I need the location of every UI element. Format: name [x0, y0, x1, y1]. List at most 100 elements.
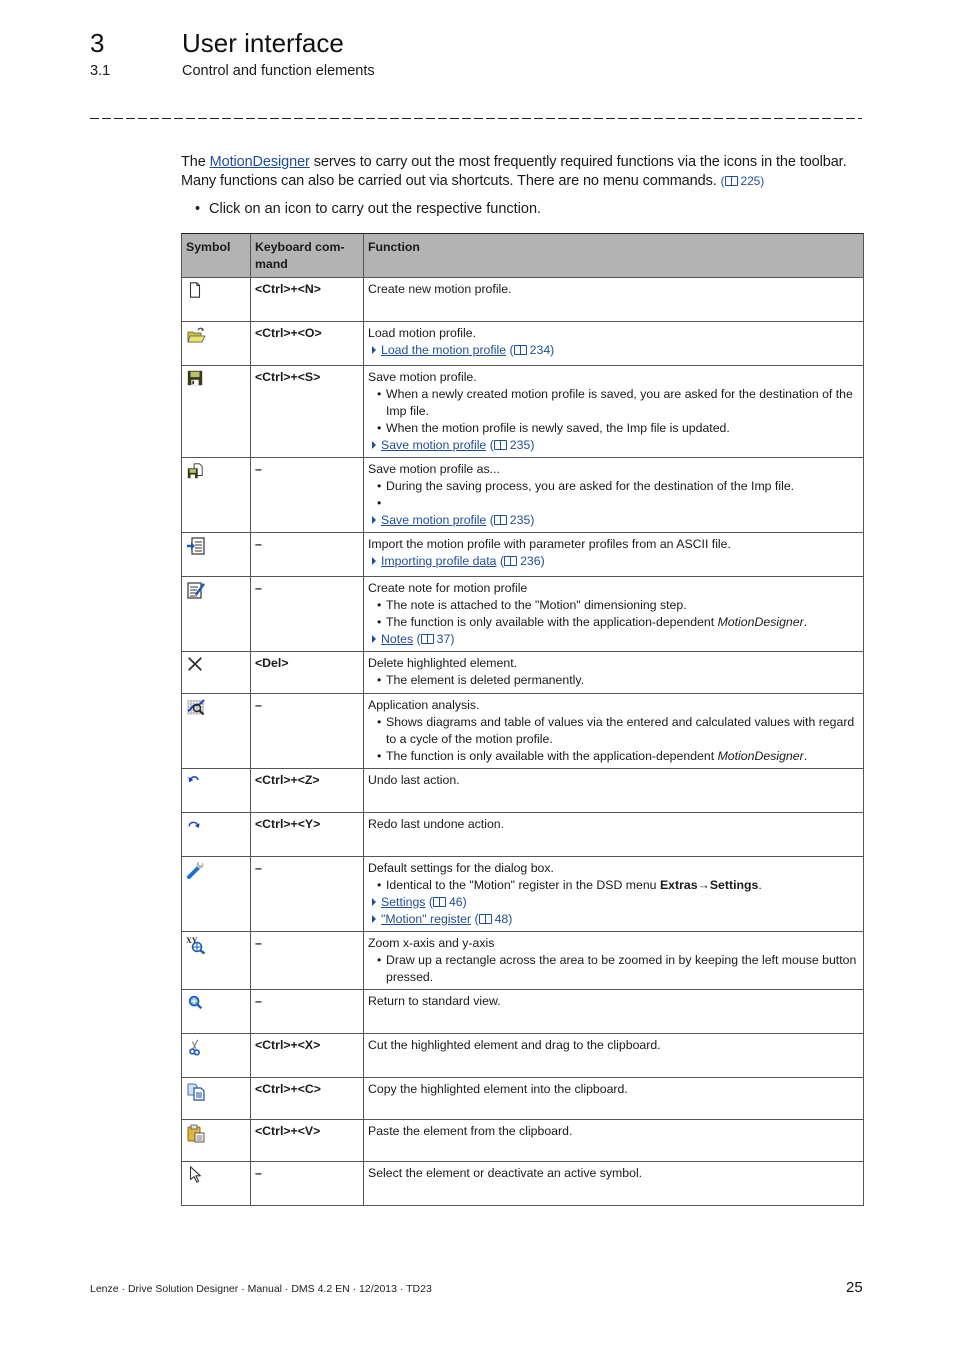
intro-bullet: • Click on an icon to carry out the respe… — [195, 201, 542, 217]
book-icon — [432, 897, 446, 907]
cross-reference-link[interactable]: Importing profile data — [381, 554, 497, 568]
function-bullets: Identical to the "Motion" register in th… — [368, 877, 859, 894]
keyboard-command: – — [250, 989, 364, 1034]
book-icon — [493, 440, 507, 450]
cross-reference-link[interactable]: Save motion profile — [381, 438, 486, 452]
table-row: <Del> Delete highlighted element. The elem… — [181, 651, 864, 694]
arrow-icon — [372, 915, 376, 923]
book-icon — [493, 515, 507, 525]
intro-page-ref[interactable]: (225) — [721, 174, 765, 188]
function-title: Load motion profile. — [368, 326, 477, 340]
function-cell: Select the element or deactivate an acti… — [363, 1161, 864, 1206]
zoom-reset-icon — [186, 993, 206, 1013]
function-title: Paste the element from the clipboard. — [368, 1124, 573, 1138]
function-cell: Delete highlighted element. The element i… — [363, 651, 864, 694]
function-title: Create note for motion profile — [368, 581, 528, 595]
table-row: <Ctrl>+<Z> Undo last action. — [181, 768, 864, 813]
function-title: Copy the highlighted element into the cl… — [368, 1082, 628, 1096]
header-function: Function — [363, 233, 864, 278]
arrow-icon — [372, 441, 376, 449]
table-row: <Ctrl>+<V> Paste the element from the cli… — [181, 1119, 864, 1162]
table-row: –Default settings for the dialog box. Ide… — [181, 856, 864, 932]
book-icon — [724, 176, 738, 186]
page-ref[interactable]: (37) — [417, 632, 455, 646]
page-ref[interactable]: (234) — [510, 343, 555, 357]
table-row: – Select the element or deactivate an act… — [181, 1161, 864, 1206]
note-icon — [186, 580, 206, 600]
cross-reference: Save motion profile (235) — [368, 512, 859, 529]
header-symbol: Symbol — [181, 233, 251, 278]
function-title: Import the motion profile with parameter… — [368, 537, 731, 551]
page-ref[interactable]: (46) — [429, 895, 467, 909]
symbol-cell — [181, 277, 251, 322]
cross-reference-link[interactable]: "Motion" register — [381, 912, 471, 926]
cut-icon — [186, 1037, 206, 1057]
function-cell: Copy the highlighted element into the cl… — [363, 1077, 864, 1120]
page-ref[interactable]: (48) — [474, 912, 512, 926]
function-cell: Save motion profile. When a newly created… — [363, 365, 864, 458]
arrow-icon — [372, 635, 376, 643]
select-pointer-icon — [186, 1165, 206, 1185]
redo-icon — [186, 816, 206, 836]
function-cell: Default settings for the dialog box. Iden… — [363, 856, 864, 932]
symbol-cell — [181, 321, 251, 366]
symbol-cell — [181, 457, 251, 533]
cross-reference: Settings (46) — [368, 894, 859, 911]
symbol-cell — [181, 768, 251, 813]
undo-icon — [186, 772, 206, 792]
function-cell: Create new motion profile. — [363, 277, 864, 322]
keyboard-command: – — [250, 931, 364, 990]
new-document-icon — [186, 281, 206, 301]
table-row: <Ctrl>+<O> Load motion profile. Load the m… — [181, 321, 864, 366]
book-icon — [420, 634, 434, 644]
table-header-row: Symbol Keyboard com-mand Function — [181, 233, 864, 278]
section-number: 3.1 — [90, 63, 111, 79]
symbol-cell — [181, 1033, 251, 1078]
symbol-cell — [181, 1077, 251, 1120]
book-icon — [513, 345, 527, 355]
book-icon — [504, 556, 518, 566]
delete-icon — [186, 655, 206, 675]
bullet-item: During the saving process, you are asked… — [377, 478, 859, 495]
intro-bullet-text: Click on an icon to carry out the respec… — [209, 201, 542, 217]
function-cell: Load motion profile. Load the motion prof… — [363, 321, 864, 366]
cross-reference-link[interactable]: Settings — [381, 895, 425, 909]
page-ref[interactable]: (235) — [490, 438, 535, 452]
function-bullets: Shows diagrams and table of values via t… — [368, 714, 859, 765]
function-title: Undo last action. — [368, 773, 460, 787]
chapter-number: 3 — [90, 28, 105, 58]
analysis-icon — [186, 697, 206, 717]
function-title: Cut the highlighted element and drag to … — [368, 1038, 661, 1052]
import-icon — [186, 536, 206, 556]
function-title: Create new motion profile. — [368, 282, 512, 296]
table-row: –Application analysis. Shows diagrams and… — [181, 693, 864, 769]
cross-reference-link[interactable]: Notes — [381, 632, 413, 646]
symbol-cell — [181, 812, 251, 857]
function-title: Save motion profile. — [368, 370, 477, 384]
table-row: <Ctrl>+<X> Cut the highlighted element an… — [181, 1033, 864, 1078]
motiondesigner-link[interactable]: MotionDesigner — [210, 154, 310, 170]
table-row: <Ctrl>+<N> Create new motion profile. — [181, 277, 864, 322]
function-cell: Application analysis. Shows diagrams and … — [363, 693, 864, 769]
keyboard-command: – — [250, 1161, 364, 1206]
arrow-icon — [372, 557, 376, 565]
cross-reference-link[interactable]: Save motion profile — [381, 513, 486, 527]
page-ref[interactable]: (236) — [500, 554, 545, 568]
save-as-icon — [186, 461, 206, 481]
header-divider — [90, 118, 862, 120]
keyboard-command: – — [250, 457, 364, 533]
page-ref[interactable]: (235) — [490, 513, 535, 527]
table-row: XY –Zoom x-axis and y-axis Draw up a recta… — [181, 931, 864, 990]
arrow-icon — [372, 516, 376, 524]
function-cell: Create note for motion profile The note i… — [363, 576, 864, 652]
function-cell: Save motion profile as... During the savi… — [363, 457, 864, 533]
intro-paragraph: The MotionDesigner serves to carry out t… — [181, 153, 871, 191]
function-title: Save motion profile as... — [368, 462, 500, 476]
function-bullets: During the saving process, you are asked… — [368, 478, 859, 512]
cross-reference: Save motion profile (235) — [368, 437, 859, 454]
keyboard-command: <Ctrl>+<S> — [250, 365, 364, 458]
bullet-item: When the motion profile is newly saved, … — [377, 420, 859, 437]
function-title: Select the element or deactivate an acti… — [368, 1166, 643, 1180]
table-row: – Return to standard view. — [181, 989, 864, 1034]
cross-reference-link[interactable]: Load the motion profile — [381, 343, 506, 357]
